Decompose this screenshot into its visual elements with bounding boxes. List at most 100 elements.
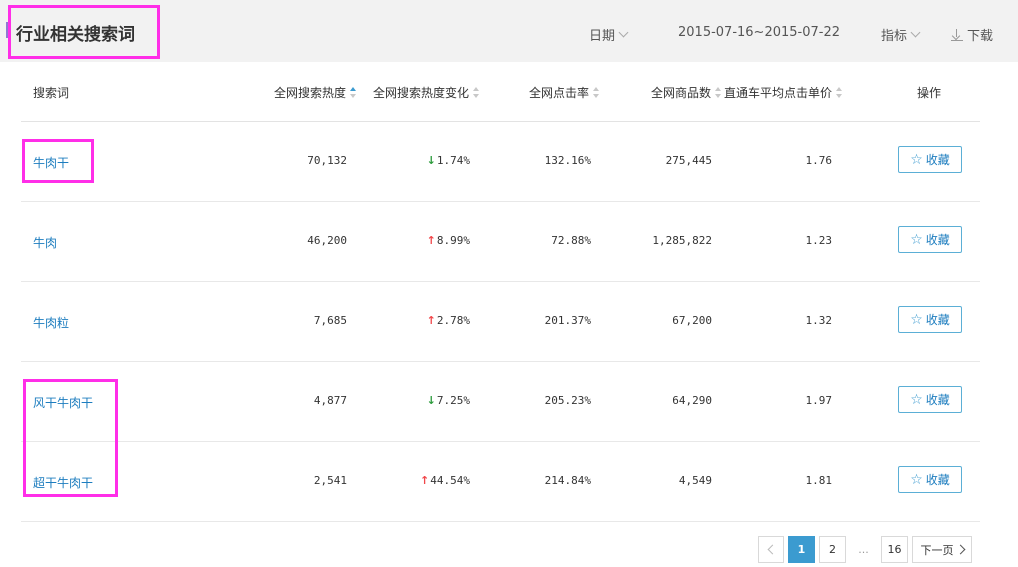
trend-down-icon: ↓ [426, 154, 436, 167]
prev-page-button[interactable] [758, 536, 784, 563]
keyword-link[interactable]: 风干牛肉干 [33, 394, 93, 411]
sort-icon [836, 87, 843, 98]
download-label: 下载 [967, 29, 994, 44]
favorite-button[interactable]: ☆ 收藏 [898, 146, 962, 173]
favorite-label: 收藏 [925, 233, 950, 247]
ctr-value: 214.84% [544, 474, 591, 487]
keyword-link[interactable]: 超干牛肉干 [33, 474, 93, 491]
favorite-label: 收藏 [925, 473, 950, 487]
page-button-last[interactable]: 16 [881, 536, 908, 563]
avg-cpc-value: 1.23 [805, 234, 833, 247]
heat-change-text: 7.25% [436, 394, 470, 407]
favorite-label: 收藏 [925, 153, 950, 167]
favorite-button[interactable]: ☆ 收藏 [898, 226, 962, 253]
table-row: 风干牛肉干 4,877 ↓ 7.25% 205.23% 64,290 1.97 ☆… [21, 362, 980, 442]
item-count-value: 67,200 [672, 314, 712, 327]
heat-change-value: ↑ 8.99% [427, 234, 470, 247]
pagination-ellipsis: ... [850, 536, 877, 563]
column-action: 操作 [917, 84, 941, 101]
sort-icon [715, 87, 722, 98]
sort-icon [473, 87, 480, 98]
search-heat-value: 46,200 [307, 234, 347, 247]
panel-title: 行业相关搜索词 [16, 25, 135, 45]
favorite-label: 收藏 [925, 393, 950, 407]
favorite-label: 收藏 [925, 313, 950, 327]
column-heat-change[interactable]: 全网搜索热度变化 [373, 84, 480, 101]
avg-cpc-value: 1.81 [805, 474, 833, 487]
metric-dropdown-label: 指标 [881, 29, 908, 44]
trend-up-icon: ↑ [420, 474, 430, 487]
ctr-value: 205.23% [544, 394, 591, 407]
trend-down-icon: ↓ [426, 394, 436, 407]
next-page-label: 下一页 [920, 543, 954, 557]
heat-change-text: 1.74% [436, 154, 470, 167]
column-item-count-label: 全网商品数 [651, 86, 712, 100]
heat-change-value: ↑ 44.54% [420, 474, 470, 487]
favorite-button[interactable]: ☆ 收藏 [898, 466, 962, 493]
sort-icon [350, 87, 357, 98]
avg-cpc-value: 1.32 [805, 314, 833, 327]
column-ctr-label: 全网点击率 [529, 86, 590, 100]
search-heat-value: 2,541 [313, 474, 347, 487]
chevron-down-icon [910, 27, 921, 38]
column-avg-cpc[interactable]: 直通车平均点击单价 [724, 84, 843, 101]
star-icon: ☆ [910, 471, 923, 488]
item-count-value: 4,549 [678, 474, 712, 487]
column-avg-cpc-label: 直通车平均点击单价 [724, 86, 833, 100]
column-ctr[interactable]: 全网点击率 [529, 84, 600, 101]
star-icon: ☆ [910, 391, 923, 408]
column-item-count[interactable]: 全网商品数 [651, 84, 722, 101]
column-search-heat[interactable]: 全网搜索热度 [274, 84, 357, 101]
column-action-label: 操作 [917, 86, 942, 100]
keyword-link[interactable]: 牛肉干 [33, 154, 69, 171]
table-row: 牛肉粒 7,685 ↑ 2.78% 201.37% 67,200 1.32 ☆ 收藏 [21, 282, 980, 362]
table-header: 搜索词 全网搜索热度 全网搜索热度变化 全网点击率 全网商品数 直通车平均点击单… [21, 62, 980, 122]
favorite-button[interactable]: ☆ 收藏 [898, 386, 962, 413]
ctr-value: 72.88% [551, 234, 591, 247]
panel-header: 行业相关搜索词 日期 2015-07-16~2015-07-22 指标 下载 [0, 0, 1018, 62]
item-count-value: 1,285,822 [652, 234, 712, 247]
chevron-down-icon [618, 27, 629, 38]
table-row: 牛肉 46,200 ↑ 8.99% 72.88% 1,285,822 1.23 ☆… [21, 202, 980, 282]
page-button-current[interactable]: 1 [788, 536, 815, 563]
heat-change-text: 8.99% [436, 234, 470, 247]
next-page-button[interactable]: 下一页 [912, 536, 972, 563]
title-accent-bar [6, 22, 9, 38]
item-count-value: 275,445 [665, 154, 712, 167]
avg-cpc-value: 1.97 [805, 394, 833, 407]
avg-cpc-value: 1.76 [805, 154, 833, 167]
date-dropdown[interactable]: 日期 [589, 25, 629, 44]
date-range: 2015-07-16~2015-07-22 [678, 25, 840, 40]
item-count-value: 64,290 [672, 394, 712, 407]
column-heat-change-label: 全网搜索热度变化 [373, 86, 470, 100]
download-icon [951, 28, 963, 41]
star-icon: ☆ [910, 231, 923, 248]
favorite-button[interactable]: ☆ 收藏 [898, 306, 962, 333]
star-icon: ☆ [910, 151, 923, 168]
keyword-link[interactable]: 牛肉 [33, 234, 57, 251]
column-keyword-label: 搜索词 [33, 86, 70, 100]
column-keyword: 搜索词 [33, 84, 69, 101]
heat-change-value: ↑ 2.78% [427, 314, 470, 327]
sort-icon [593, 87, 600, 98]
trend-up-icon: ↑ [426, 314, 436, 327]
chevron-left-icon [767, 544, 778, 555]
ctr-value: 201.37% [544, 314, 591, 327]
search-heat-value: 4,877 [313, 394, 347, 407]
heat-change-value: ↓ 7.25% [427, 394, 470, 407]
table-row: 牛肉干 70,132 ↓ 1.74% 132.16% 275,445 1.76 ☆… [21, 122, 980, 202]
search-heat-value: 70,132 [307, 154, 347, 167]
heat-change-text: 44.54% [430, 474, 470, 487]
column-search-heat-label: 全网搜索热度 [274, 86, 347, 100]
star-icon: ☆ [910, 311, 923, 328]
download-button[interactable]: 下载 [951, 25, 993, 44]
keyword-link[interactable]: 牛肉粒 [33, 314, 69, 331]
heat-change-text: 2.78% [436, 314, 470, 327]
trend-up-icon: ↑ [426, 234, 436, 247]
date-dropdown-label: 日期 [589, 29, 616, 44]
metric-dropdown[interactable]: 指标 [881, 25, 921, 44]
heat-change-value: ↓ 1.74% [427, 154, 470, 167]
chevron-right-icon [955, 544, 965, 555]
page-button[interactable]: 2 [819, 536, 846, 563]
ctr-value: 132.16% [544, 154, 591, 167]
